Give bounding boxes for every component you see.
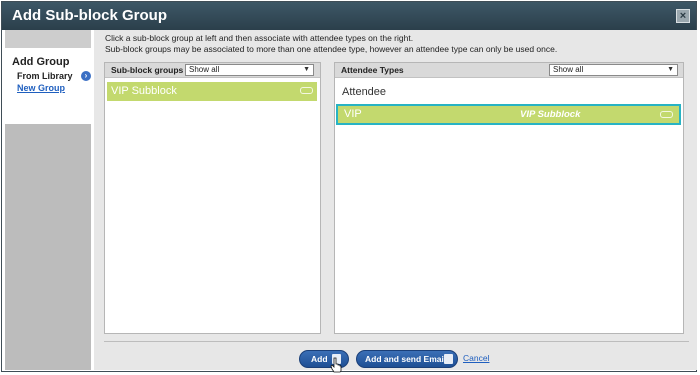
new-group-link[interactable]: New Group: [17, 83, 65, 93]
chevron-down-icon: ▼: [303, 66, 310, 73]
dialog-titlebar: Add Sub-block Group ×: [2, 2, 696, 30]
add-and-send-email-button[interactable]: Add and send Email: [356, 350, 458, 368]
instruction-line-1: Click a sub-block group at left and then…: [105, 33, 414, 43]
add-subblock-group-dialog: Add Sub-block Group × Add Group From Lib…: [1, 1, 697, 373]
from-library-label[interactable]: From Library: [17, 71, 73, 81]
attendee-panel-header: Attendee Types Show all ▼: [335, 63, 683, 78]
cancel-link[interactable]: Cancel: [463, 353, 489, 363]
attendee-filter-value: Show all: [553, 65, 584, 74]
attendee-type-name: VIP: [344, 108, 362, 120]
attendee-heading: Attendee: [342, 86, 387, 98]
subblock-panel-label: Sub-block groups: [111, 65, 184, 75]
arrow-right-icon[interactable]: ›: [81, 71, 91, 81]
attendee-row[interactable]: VIP VIP Subblock: [336, 104, 681, 125]
link-icon[interactable]: [660, 111, 673, 118]
subblock-filter-value: Show all: [189, 65, 220, 74]
link-icon: [300, 87, 313, 94]
footer-divider: [104, 341, 689, 342]
add-email-button-label: Add and send Email: [365, 354, 447, 364]
subblock-item-label: VIP Subblock: [111, 85, 177, 97]
sidebar-header-strip: [5, 30, 91, 48]
subblock-filter-select[interactable]: Show all ▼: [185, 64, 314, 76]
main-content: Click a sub-block group at left and then…: [94, 30, 697, 373]
assigned-subblock-name: VIP Subblock: [520, 109, 581, 120]
hand-cursor-icon: [330, 357, 342, 373]
subblock-panel-header: Sub-block groups Show all ▼: [105, 63, 320, 78]
attendee-panel-label: Attendee Types: [341, 65, 404, 75]
close-icon[interactable]: ×: [676, 9, 690, 23]
save-icon: [444, 354, 453, 364]
list-item[interactable]: VIP Subblock: [107, 82, 317, 101]
attendee-filter-select[interactable]: Show all ▼: [549, 64, 678, 76]
attendee-types-panel: Attendee Types Show all ▼ Attendee VIP V…: [334, 62, 684, 334]
instructions: Click a sub-block group at left and then…: [105, 33, 557, 55]
add-button-label: Add: [311, 354, 328, 364]
sidebar: Add Group From Library › New Group: [5, 30, 91, 370]
subblock-groups-panel: Sub-block groups Show all ▼ VIP Subblock: [104, 62, 321, 334]
chevron-down-icon: ▼: [667, 66, 674, 73]
instruction-line-2: Sub-block groups may be associated to mo…: [105, 44, 558, 54]
sidebar-heading: Add Group: [12, 56, 70, 68]
dialog-title: Add Sub-block Group: [12, 7, 167, 24]
